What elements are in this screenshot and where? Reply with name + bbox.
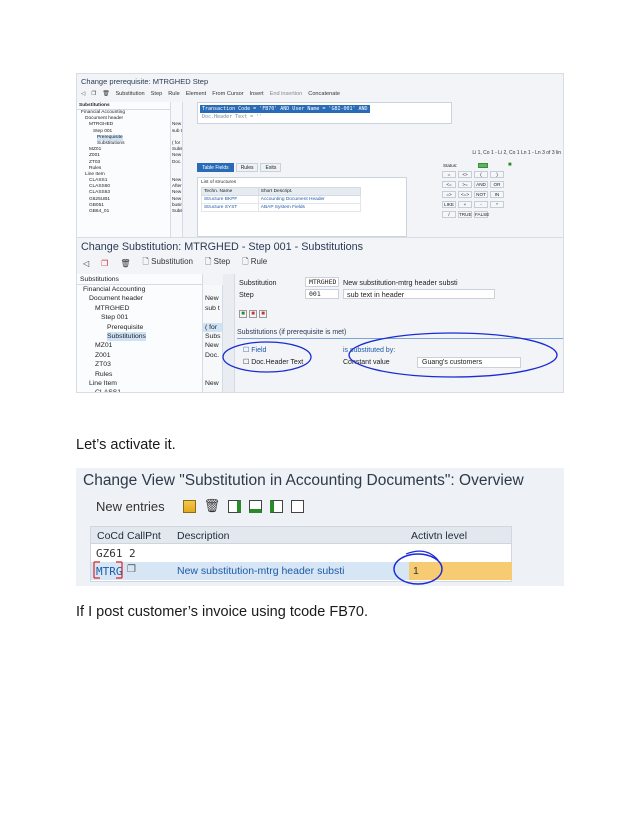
operator-button[interactable]: ): [490, 171, 504, 178]
operator-button[interactable]: TRUE: [458, 211, 472, 218]
annotation-circle-field: [222, 341, 312, 373]
operator-button[interactable]: AND: [474, 181, 488, 188]
operator-button[interactable]: (: [474, 171, 488, 178]
cursor-position: Li 1, Co 1 - Li 2, Co 1 Ln 1 - Ln 3 of 3…: [472, 150, 561, 156]
tab-table-fields[interactable]: Table Fields: [197, 163, 234, 172]
formula-editor[interactable]: Transaction Code = 'FB70' AND User Name …: [197, 102, 452, 124]
overview-screenshot: Change View "Substitution in Accounting …: [76, 468, 564, 586]
operator-button[interactable]: -: [474, 201, 488, 208]
tree-node-label: GB64_01: [89, 209, 110, 214]
operator-button[interactable]: +: [458, 201, 472, 208]
tree-header: Substitutions: [77, 102, 170, 110]
tree-node-description: Doc.: [172, 158, 182, 164]
tree-node-description: sub t: [172, 127, 182, 133]
status-ok-icon: [478, 163, 488, 168]
tree-description-column: New sub t( for Subs New Doc. New After New New bu…: [171, 102, 183, 237]
window-title: Change prerequisite: MTRGHED Step: [81, 77, 209, 86]
annotation-overlay: [222, 332, 558, 378]
table-cell: Accounting Document Header: [257, 195, 362, 204]
operator-button[interactable]: NOT: [474, 191, 488, 198]
paragraph-activate: Let’s activate it.: [76, 437, 176, 453]
prerequisite-screenshot: Change prerequisite: MTRGHED Step ◁ ❐ 🗑 …: [76, 73, 564, 238]
operator-button[interactable]: <=: [442, 181, 456, 188]
check-icon[interactable]: ■: [508, 162, 512, 168]
operator-button[interactable]: IN: [490, 191, 504, 198]
red-bracket-left: [93, 561, 100, 579]
annotation-overlay: [93, 550, 443, 585]
formula-line-1: Transaction Code = 'FB70' AND User Name …: [200, 105, 370, 113]
tree-node-description: New: [172, 121, 182, 127]
operator-button[interactable]: <>: [458, 171, 472, 178]
tab-exits[interactable]: Exits: [260, 163, 282, 172]
rule-button[interactable]: Rule: [168, 91, 180, 97]
structure-list-caption: List of structures: [201, 180, 237, 185]
annotation-stroke: [405, 550, 439, 561]
table-cell: ABAP System Fields: [257, 203, 362, 212]
operator-button[interactable]: /: [442, 211, 456, 218]
operator-button[interactable]: =>: [442, 191, 456, 198]
annotation-circle-value: [348, 332, 558, 378]
tab-rules[interactable]: Rules: [235, 163, 259, 172]
table-cell: Structure SYST: [201, 203, 259, 212]
table-row[interactable]: Structure BKPF Accounting Document Heade…: [201, 195, 362, 204]
substitution-screenshot: Change Substitution: MTRGHED - Step 001 …: [76, 237, 564, 393]
status-label: Status:: [443, 163, 458, 168]
step-button[interactable]: Step: [151, 91, 163, 97]
tree-node-description: New: [172, 189, 182, 195]
insert-button[interactable]: Insert: [250, 91, 264, 97]
from-cursor-button[interactable]: From Cursor: [212, 91, 243, 97]
column-header: Short Descript.: [257, 187, 362, 196]
table-cell: Structure BKPF: [201, 195, 259, 204]
formula-line-2: Doc.Header Text = '': [202, 114, 263, 120]
paragraph-post-invoice: If I post customer’s invoice using tcode…: [76, 604, 369, 620]
end-insertion-button[interactable]: End insertion: [270, 91, 303, 97]
operator-button[interactable]: =: [442, 171, 456, 178]
navigation-tree: Substitutions Financial Accounting Docume…: [77, 102, 171, 237]
substitution-button[interactable]: Substitution: [115, 91, 144, 97]
concatenate-button[interactable]: Concatenate: [308, 91, 340, 97]
toolbar: ◁ ❐ 🗑 Substitution Step Rule Element Fro…: [77, 88, 563, 100]
structure-table: Techn. Name Short Descript. Structure BK…: [201, 187, 362, 212]
red-bracket-right: [116, 561, 123, 579]
tree-node[interactable]: GB64_01: [77, 209, 170, 215]
formula-tabs: Table Fields Rules Exits: [197, 163, 282, 172]
operator-button[interactable]: LIKE: [442, 201, 456, 208]
tree-node-description: Subst: [172, 208, 182, 213]
operator-panel: Status: ■ = <>() <= >= AND OR => <=> NOT IN LIKE + -…: [412, 162, 562, 223]
operator-button[interactable]: *: [490, 201, 504, 208]
table-row[interactable]: Structure SYST ABAP System Fields: [201, 203, 362, 212]
operator-button[interactable]: <=>: [458, 191, 472, 198]
structure-list: List of structures Techn. Name Short Des…: [197, 177, 407, 237]
tree-node-description: New: [172, 195, 182, 201]
annotation-circle-level: [393, 553, 443, 585]
back-icon[interactable]: ◁: [81, 91, 85, 97]
operator-button[interactable]: >=: [458, 181, 472, 188]
operator-button[interactable]: FALSE: [474, 211, 489, 218]
delete-icon[interactable]: 🗑: [102, 91, 109, 97]
operator-button[interactable]: OR: [490, 181, 504, 188]
column-header: Techn. Name: [201, 187, 259, 196]
copy-icon[interactable]: ❐: [91, 91, 96, 97]
tree-node-description: New: [172, 152, 182, 158]
element-button[interactable]: Element: [186, 91, 207, 97]
